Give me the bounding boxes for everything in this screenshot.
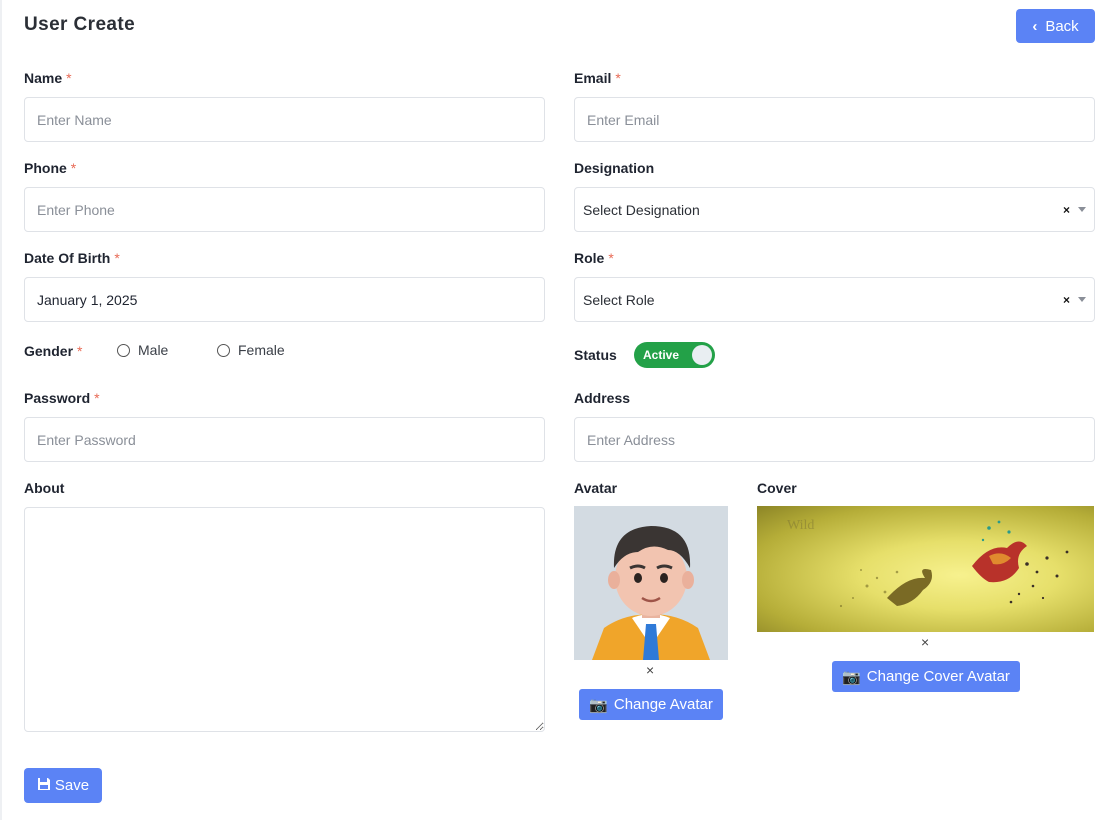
caret-down-icon — [1078, 297, 1086, 302]
clear-icon[interactable]: × — [1063, 293, 1070, 307]
designation-select[interactable]: Select Designation × — [574, 187, 1095, 232]
designation-label: Designation — [574, 160, 655, 176]
name-label: Name * — [24, 70, 72, 86]
password-input[interactable] — [24, 417, 545, 462]
dob-label: Date Of Birth * — [24, 250, 120, 266]
save-button-label: Save — [54, 777, 90, 794]
gender-option-label: Female — [238, 342, 285, 358]
change-cover-label: Change Cover Avatar — [866, 668, 1010, 685]
cover-illustration — [839, 520, 1069, 608]
email-label: Email * — [574, 70, 621, 86]
address-label: Address — [574, 390, 631, 406]
phone-label: Phone * — [24, 160, 77, 176]
role-select[interactable]: Select Role × — [574, 277, 1095, 322]
cover-image: Wild — [757, 506, 1094, 632]
phone-input[interactable] — [24, 187, 545, 232]
cover-label: Cover — [757, 480, 797, 496]
gender-option-male[interactable]: Male — [117, 342, 168, 358]
dob-input[interactable] — [24, 277, 545, 322]
role-label: Role * — [574, 250, 614, 266]
gender-option-female[interactable]: Female — [217, 342, 285, 358]
password-label: Password * — [24, 390, 100, 406]
avatar-label: Avatar — [574, 480, 618, 496]
page-title: User Create — [24, 14, 136, 35]
change-avatar-button[interactable]: 📷 Change Avatar — [579, 689, 723, 720]
email-input[interactable] — [574, 97, 1095, 142]
chevron-left-icon: ‹ — [1032, 17, 1038, 35]
address-input[interactable] — [574, 417, 1095, 462]
save-button[interactable]: Save — [24, 768, 102, 803]
avatar-image — [574, 506, 728, 660]
change-avatar-label: Change Avatar — [613, 696, 713, 713]
camera-icon: 📷 — [842, 668, 861, 686]
role-select-value: Select Role — [583, 291, 655, 308]
clear-icon[interactable]: × — [1063, 203, 1070, 217]
radio-button[interactable] — [217, 343, 230, 357]
gender-label: Gender * — [24, 343, 83, 359]
avatar-illustration — [574, 506, 728, 660]
radio-button[interactable] — [117, 343, 130, 357]
name-input[interactable] — [24, 97, 545, 142]
remove-avatar-icon[interactable]: × — [646, 662, 654, 678]
about-label: About — [24, 480, 65, 496]
back-button-label: Back — [1045, 17, 1079, 35]
status-label: Status — [574, 347, 617, 363]
remove-cover-icon[interactable]: × — [921, 634, 929, 650]
change-cover-button[interactable]: 📷 Change Cover Avatar — [832, 661, 1020, 692]
designation-select-value: Select Designation — [583, 201, 700, 218]
toggle-knob — [692, 345, 712, 365]
about-textarea[interactable] — [24, 507, 545, 732]
camera-icon: 📷 — [589, 696, 608, 714]
status-toggle-label: Active — [643, 348, 680, 362]
user-create-page: User Create ‹ Back Name* Email* Phone* D… — [0, 0, 1100, 820]
status-toggle[interactable]: Active — [634, 342, 715, 368]
caret-down-icon — [1078, 207, 1086, 212]
back-button[interactable]: ‹ Back — [1016, 9, 1095, 43]
floppy-disk-icon — [37, 777, 51, 795]
gender-option-label: Male — [138, 342, 169, 358]
